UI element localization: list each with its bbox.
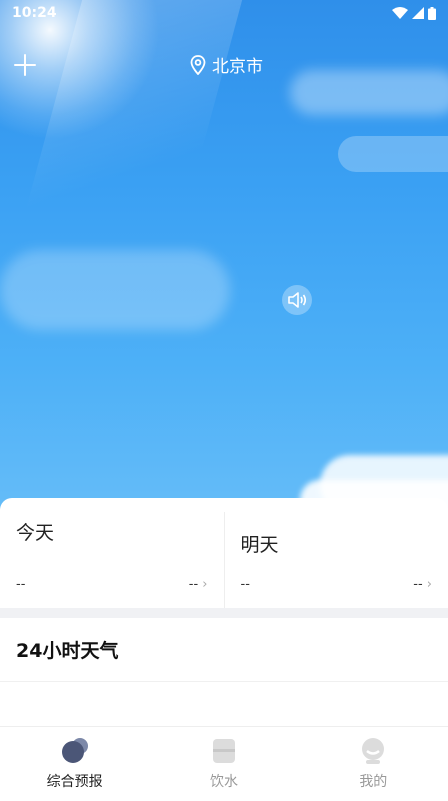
voice-broadcast-button[interactable] xyxy=(282,285,312,315)
cup-icon xyxy=(209,737,239,765)
status-bar: 10:24 xyxy=(0,0,448,26)
day-label: 明天 xyxy=(241,530,433,557)
location-pin-icon xyxy=(190,55,206,75)
tab-label: 综合预报 xyxy=(47,771,103,791)
battery-icon xyxy=(428,7,436,20)
signal-icon xyxy=(412,7,424,19)
day-values: -- -- › xyxy=(241,577,433,592)
location-name: 北京市 xyxy=(212,52,263,77)
tab-forecast[interactable]: 综合预报 xyxy=(0,727,149,801)
info-pill[interactable] xyxy=(338,136,448,172)
speaker-icon xyxy=(287,291,307,309)
tab-drink-water[interactable]: 饮水 xyxy=(149,727,298,801)
day-label: 今天 xyxy=(16,518,208,545)
tab-label: 我的 xyxy=(359,771,387,791)
chevron-right-icon: › xyxy=(202,577,207,592)
status-time: 10:24 xyxy=(12,5,57,21)
bottom-tab-bar: 综合预报 饮水 我的 xyxy=(0,726,448,801)
profile-icon xyxy=(358,737,388,765)
section-divider xyxy=(0,608,448,618)
wifi-icon xyxy=(392,7,408,19)
daily-forecast: 今天 -- -- › 明天 -- -- › xyxy=(0,498,448,608)
tomorrow-card[interactable]: 明天 -- -- › xyxy=(224,512,448,608)
hourly-weather-title: 24小时天气 xyxy=(0,618,448,682)
today-card[interactable]: 今天 -- -- › xyxy=(0,498,224,608)
header: 北京市 xyxy=(0,50,448,80)
temp-range: -- › xyxy=(189,577,208,592)
cloud xyxy=(0,250,230,330)
tab-profile[interactable]: 我的 xyxy=(299,727,448,801)
status-icons xyxy=(392,7,436,20)
location-selector[interactable]: 北京市 xyxy=(190,52,263,77)
tab-label: 饮水 xyxy=(210,771,238,791)
forecast-sheet: 今天 -- -- › 明天 -- -- › 24小时天气 xyxy=(0,498,448,728)
weather-value: -- xyxy=(16,577,25,592)
temp-range: -- › xyxy=(413,577,432,592)
day-values: -- -- › xyxy=(16,577,208,592)
chevron-right-icon: › xyxy=(427,577,432,592)
cloud-icon xyxy=(60,737,90,765)
add-city-button[interactable] xyxy=(12,52,38,78)
weather-value: -- xyxy=(241,577,250,592)
